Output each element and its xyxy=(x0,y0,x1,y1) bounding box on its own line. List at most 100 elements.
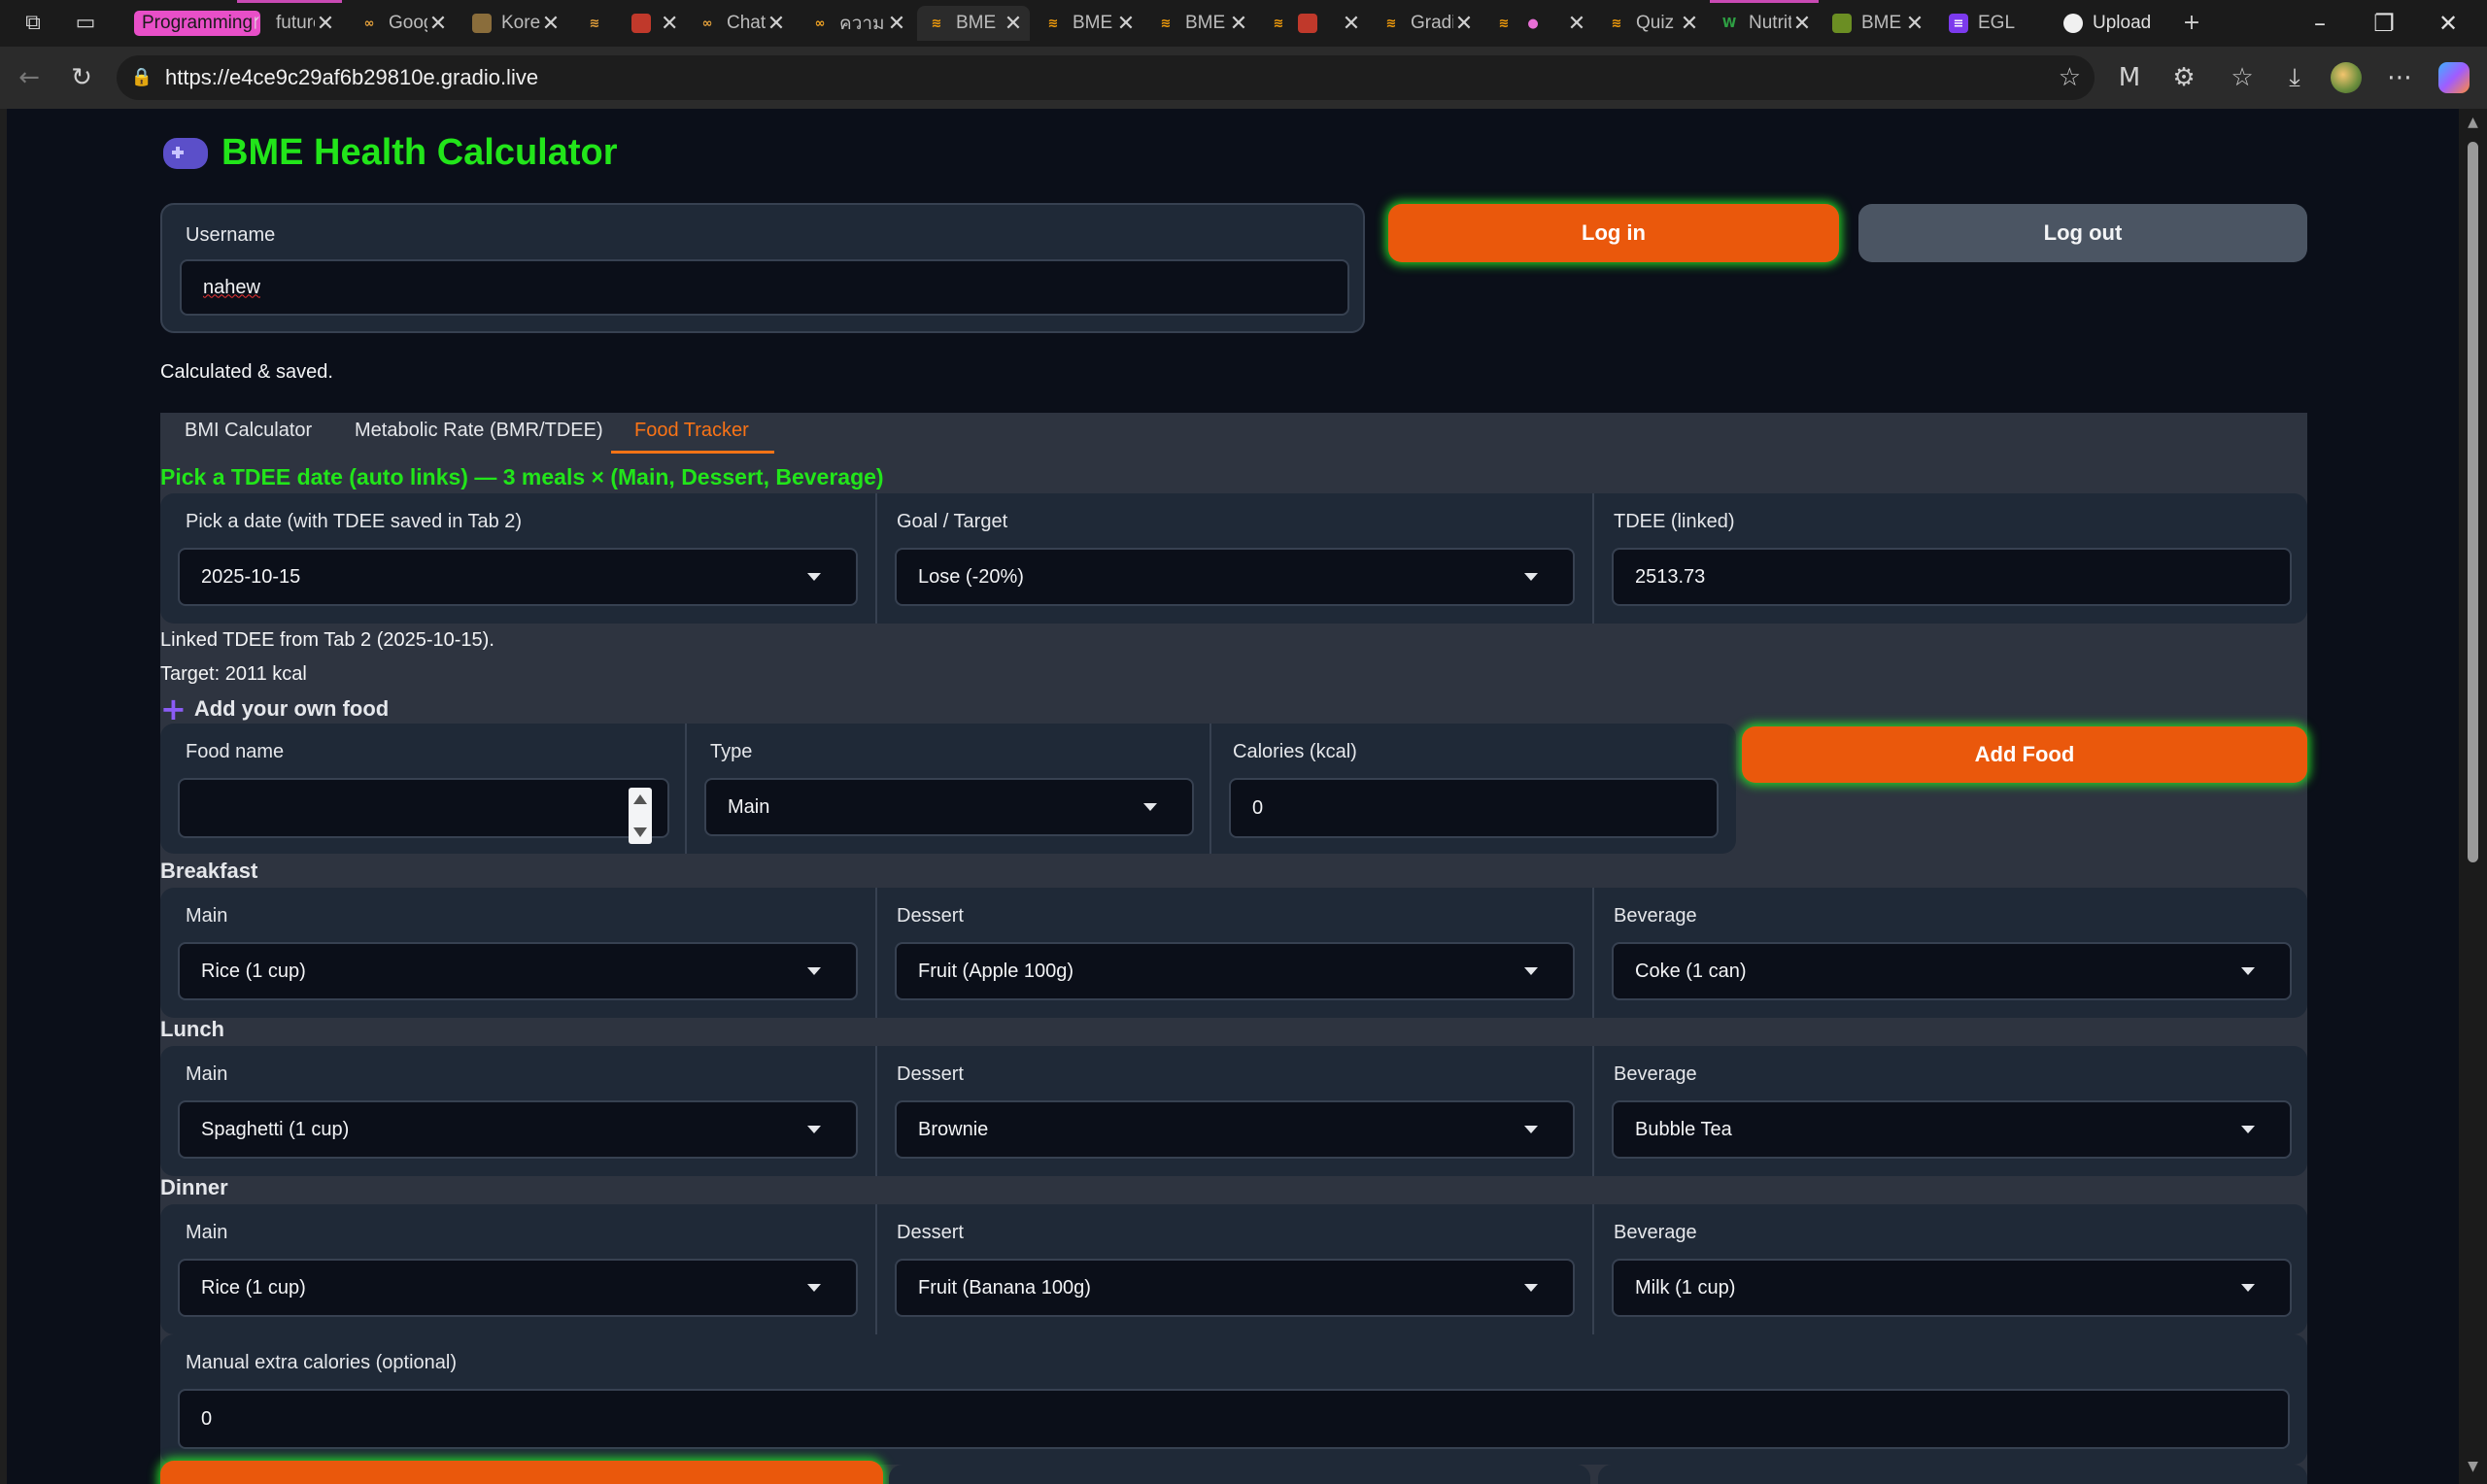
browser-tab[interactable]: ≋ BME ✕ xyxy=(1034,6,1142,41)
chevron-down-icon xyxy=(2241,1126,2255,1133)
close-tab-icon[interactable]: ✕ xyxy=(1566,12,1587,36)
minimize-icon[interactable]: – xyxy=(2291,8,2349,39)
extension-m-icon[interactable]: M xyxy=(2112,60,2147,95)
lunch-row: Main Spaghetti (1 cup) Dessert Brownie B… xyxy=(160,1046,2307,1176)
goal-dropdown[interactable]: Lose (-20%) xyxy=(895,548,1575,606)
browser-tab[interactable]: Korean ✕ xyxy=(462,6,567,41)
date-dropdown[interactable]: 2025-10-15 xyxy=(178,548,858,606)
tab-favicon-icon xyxy=(472,14,492,33)
tab-favicon-icon: ∞ xyxy=(363,16,375,31)
browser-tab[interactable]: ✕ xyxy=(622,6,680,41)
calculate-button-partial[interactable] xyxy=(160,1461,883,1484)
food-name-input[interactable] xyxy=(178,778,669,844)
username-label: Username xyxy=(186,224,276,246)
workspaces-icon[interactable]: ⧉ xyxy=(19,10,47,37)
tab-favicon-icon: ≋ xyxy=(1385,16,1397,31)
tab-favicon-icon: ● xyxy=(1527,16,1539,31)
food-name-label: Food name xyxy=(186,741,285,762)
chevron-down-icon xyxy=(807,967,821,975)
manual-calories-input[interactable]: 0 xyxy=(178,1389,2290,1449)
close-tab-icon[interactable]: ✕ xyxy=(1453,12,1475,36)
breakfast-beverage-dropdown[interactable]: Coke (1 can) xyxy=(1612,942,2292,1000)
login-button[interactable]: Log in xyxy=(1388,204,1839,262)
close-tab-icon[interactable]: ✕ xyxy=(540,12,562,36)
refresh-icon[interactable]: ↻ xyxy=(64,60,99,95)
main-label: Main xyxy=(186,905,228,927)
beverage-label: Beverage xyxy=(1614,1063,1697,1085)
url-text[interactable]: https://e4ce9c29af6b29810e.gradio.live xyxy=(165,65,538,90)
page-scrollbar[interactable]: ▲ ▼ xyxy=(2459,109,2487,1484)
close-tab-icon[interactable]: ✕ xyxy=(1115,12,1137,36)
profile-avatar[interactable] xyxy=(2331,62,2362,93)
calories-input[interactable]: 0 xyxy=(1229,778,1719,838)
browser-tab[interactable]: ≋ Gradio ✕ xyxy=(1372,6,1481,41)
logout-button[interactable]: Log out xyxy=(1858,204,2307,262)
browser-tab[interactable]: ≋ ● ✕ xyxy=(1484,6,1593,41)
dessert-label: Dessert xyxy=(897,1063,964,1085)
add-food-button[interactable]: Add Food xyxy=(1742,726,2307,783)
browser-tab[interactable]: ≡ EGL xyxy=(1939,6,2048,41)
tab-favicon-icon xyxy=(1298,14,1317,33)
address-bar[interactable]: 🔒 https://e4ce9c29af6b29810e.gradio.live… xyxy=(117,55,2095,100)
close-window-icon[interactable]: ✕ xyxy=(2419,8,2477,39)
manual-calories-label: Manual extra calories (optional) xyxy=(186,1352,458,1373)
dinner-main-dropdown[interactable]: Rice (1 cup) xyxy=(178,1259,858,1317)
browser-tab[interactable]: ∞ ChatGPT ✕ xyxy=(688,6,793,41)
scroll-up-icon[interactable]: ▲ xyxy=(2465,115,2481,130)
favorites-icon[interactable]: ☆ xyxy=(2225,60,2260,95)
main-label: Main xyxy=(186,1222,228,1243)
copilot-icon[interactable] xyxy=(2438,62,2470,93)
lunch-beverage-dropdown[interactable]: Bubble Tea xyxy=(1612,1100,2292,1159)
tab-food-tracker[interactable]: Food Tracker xyxy=(634,420,749,442)
close-tab-icon[interactable]: ✕ xyxy=(427,12,449,36)
username-input[interactable]: nahew xyxy=(180,259,1349,316)
site-info-icon[interactable]: 🔒 xyxy=(130,66,153,89)
page-viewport: BME Health Calculator Username nahew Log… xyxy=(7,109,2459,1484)
breakfast-dessert-dropdown[interactable]: Fruit (Apple 100g) xyxy=(895,942,1575,1000)
lunch-main-dropdown[interactable]: Spaghetti (1 cup) xyxy=(178,1100,858,1159)
close-tab-icon[interactable]: ✕ xyxy=(315,12,336,36)
back-arrow-icon[interactable]: ← xyxy=(12,60,47,95)
close-tab-icon[interactable]: ✕ xyxy=(1341,12,1362,36)
dessert-label: Dessert xyxy=(897,1222,964,1243)
manual-calories-block: Manual extra calories (optional) 0 xyxy=(160,1334,2307,1465)
new-tab-icon[interactable]: + xyxy=(2178,10,2205,37)
tab-actions-icon[interactable]: ▭ xyxy=(72,10,99,37)
close-tab-icon[interactable]: ✕ xyxy=(1904,12,1925,36)
extensions-icon[interactable]: ⚙ xyxy=(2166,60,2201,95)
close-tab-icon[interactable]: ✕ xyxy=(661,12,678,36)
tab-bmi-calculator[interactable]: BMI Calculator xyxy=(185,420,312,442)
browser-tab[interactable]: ≋ BME ✕ xyxy=(1146,6,1255,41)
tdee-input[interactable]: 2513.73 xyxy=(1612,548,2292,606)
downloads-icon[interactable]: ⤓ xyxy=(2277,60,2312,95)
browser-tab[interactable]: ≋ ✕ xyxy=(1259,6,1368,41)
browser-tab[interactable]: ≋ Quiz ✕ xyxy=(1597,6,1706,41)
close-tab-icon[interactable]: ✕ xyxy=(766,12,787,36)
browser-tab-active[interactable]: ≋ BME ✕ xyxy=(917,6,1030,41)
browser-tab[interactable]: W Nutrition ✕ xyxy=(1710,0,1819,41)
browser-tab[interactable]: BME ✕ xyxy=(1823,6,1931,41)
close-tab-icon[interactable]: ✕ xyxy=(886,12,907,36)
more-menu-icon[interactable]: ⋯ xyxy=(2382,60,2417,95)
add-own-food-heading[interactable]: + Add your own food xyxy=(160,693,389,725)
type-dropdown[interactable]: Main xyxy=(704,778,1194,836)
dinner-dessert-dropdown[interactable]: Fruit (Banana 100g) xyxy=(895,1259,1575,1317)
dinner-beverage-dropdown[interactable]: Milk (1 cup) xyxy=(1612,1259,2292,1317)
favorite-star-icon[interactable]: ☆ xyxy=(2059,63,2081,92)
restore-icon[interactable]: ❐ xyxy=(2355,8,2413,39)
browser-tab[interactable]: ᚴ futures ✕ xyxy=(237,0,342,41)
lunch-dessert-dropdown[interactable]: Brownie xyxy=(895,1100,1575,1159)
scrollbar-thumb[interactable] xyxy=(2468,142,2478,862)
browser-tab[interactable]: Upload xyxy=(2054,6,2176,41)
browser-tab[interactable]: ∞ Google ✕ xyxy=(350,6,455,41)
tab-metabolic-rate[interactable]: Metabolic Rate (BMR/TDEE) xyxy=(355,420,603,442)
breakfast-main-dropdown[interactable]: Rice (1 cup) xyxy=(178,942,858,1000)
scroll-down-icon[interactable]: ▼ xyxy=(2465,1459,2481,1474)
close-tab-icon[interactable]: ✕ xyxy=(1791,12,1813,36)
close-tab-icon[interactable]: ✕ xyxy=(1003,12,1024,36)
browser-tab[interactable]: ≋ xyxy=(575,6,618,41)
close-tab-icon[interactable]: ✕ xyxy=(1228,12,1249,36)
textarea-scroll-arrows-icon[interactable] xyxy=(629,788,652,844)
close-tab-icon[interactable]: ✕ xyxy=(1679,12,1700,36)
browser-tab[interactable]: ∞ ความ ✕ xyxy=(801,6,913,41)
